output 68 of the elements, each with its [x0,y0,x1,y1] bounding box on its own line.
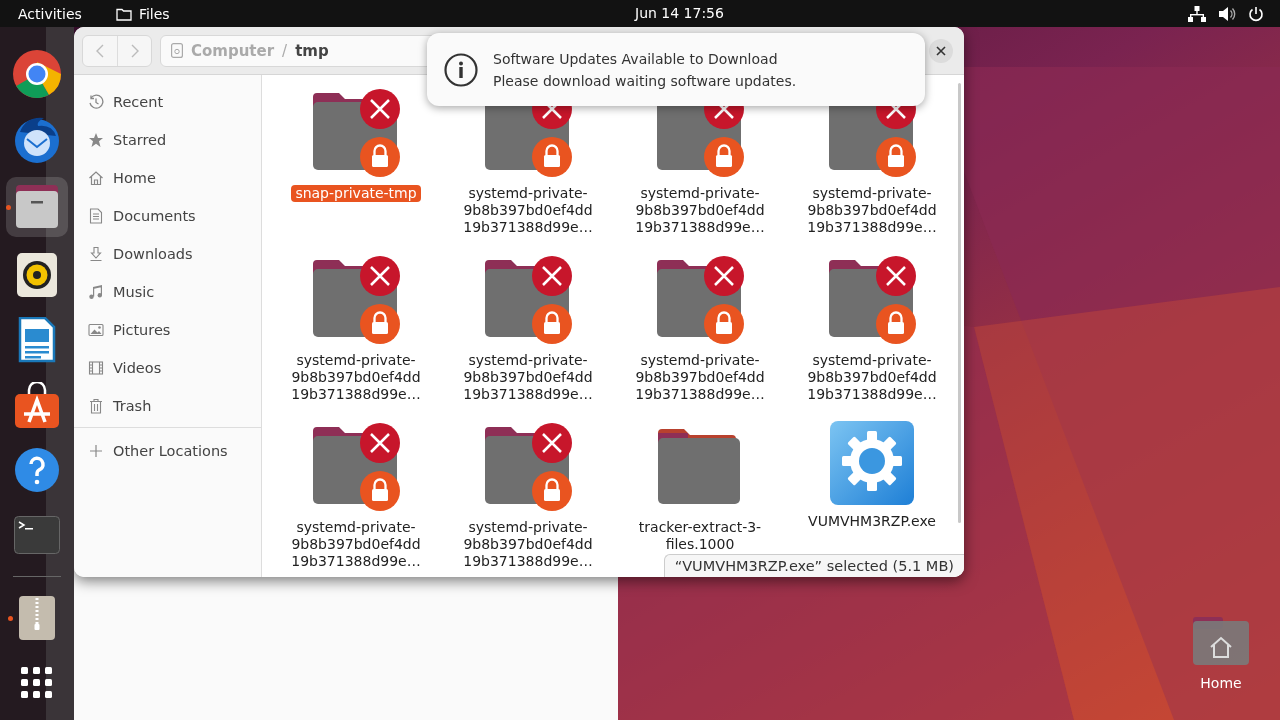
pictures-icon [88,322,104,338]
sidebar-item[interactable]: Home [74,159,261,197]
volume-icon[interactable] [1218,5,1236,22]
app-grid-icon[interactable] [21,667,53,699]
sidebar-item[interactable]: Trash [74,387,261,425]
music-icon [88,284,104,300]
file-name[interactable]: snap-private-tmp [291,185,421,202]
locked-folder-icon[interactable] [826,254,918,344]
file-name[interactable]: systemd-private- 9b8b397bd0ef4dd 19b371388d99e… [631,352,769,403]
drive-icon [171,43,183,58]
sidebar-item[interactable]: Recent [74,83,261,121]
shopping-bag-icon[interactable] [15,382,59,428]
sidebar-item[interactable]: Documents [74,197,261,235]
terminal-icon[interactable] [14,516,60,554]
file-name[interactable]: systemd-private- 9b8b397bd0ef4dd 19b371388d99e… [803,185,941,236]
notification-body: Please download waiting software updates. [493,72,797,89]
file-name[interactable]: systemd-private- 9b8b397bd0ef4dd 19b371388d99e… [287,352,425,403]
speaker-icon[interactable] [17,253,57,297]
status-overlay: “VUMVHM3RZP.exe” selected (5.1 MB) [663,554,964,577]
locked-folder-icon[interactable] [482,254,574,344]
locked-folder-icon[interactable] [310,421,402,511]
file-name[interactable]: systemd-private- 9b8b397bd0ef4dd 19b371388d99e… [803,352,941,403]
close-button[interactable] [929,38,953,63]
sidebar-item[interactable]: Videos [74,349,261,387]
file-name[interactable]: tracker-extract-3- files.1000 [634,519,766,553]
document-icon[interactable] [18,317,56,363]
path-crumb[interactable]: tmp [295,41,329,60]
sidebar-item[interactable]: Starred [74,121,261,159]
file-name[interactable]: systemd-private- 9b8b397bd0ef4dd 19b371388d99e… [287,519,425,570]
folder-icon [115,6,132,21]
trash-icon [88,398,104,414]
help-icon[interactable] [14,447,60,493]
home-folder-icon[interactable] [1192,617,1250,665]
app-menu[interactable]: Files [115,5,170,22]
videos-icon [88,360,104,376]
desktop-icon-label[interactable]: Home [1200,675,1242,691]
locked-folder-icon[interactable] [310,254,402,344]
locked-folder-icon[interactable] [310,87,402,177]
activities-button[interactable]: Activities [18,5,82,22]
file-name[interactable]: systemd-private- 9b8b397bd0ef4dd 19b371388d99e… [631,185,769,236]
locked-folder-icon[interactable] [482,421,574,511]
chevron-left-icon [96,43,104,58]
file-name[interactable]: systemd-private- 9b8b397bd0ef4dd 19b371388d99e… [459,352,597,403]
network-icon[interactable] [1188,5,1206,22]
sidebar-item[interactable]: Downloads [74,235,261,273]
file-name[interactable]: VUMVHM3RZP.exe [804,513,940,530]
clock[interactable]: Jun 14 17:56 [635,5,724,21]
downloads-icon [88,246,104,262]
gear-icon[interactable] [829,421,915,505]
file-name[interactable]: systemd-private- 9b8b397bd0ef4dd 19b371388d99e… [459,185,597,236]
close-icon [936,45,946,56]
path-separator: / [282,41,288,60]
sidebar-item[interactable]: Pictures [74,311,261,349]
notification[interactable]: Software Updates Available to Download Please download waiting software updates. [427,33,925,106]
sidebar-item[interactable]: Music [74,273,261,311]
recent-icon [88,94,104,110]
locked-folder-icon[interactable] [654,254,746,344]
sidebar-item[interactable]: Other Locations [74,432,261,470]
info-icon [444,52,478,87]
file-cabinet-icon[interactable] [14,185,60,229]
chevron-right-icon [130,43,139,58]
file-name[interactable]: systemd-private- 9b8b397bd0ef4dd 19b371388d99e… [459,519,597,570]
home-icon [88,170,104,186]
documents-icon [88,208,104,224]
power-icon[interactable] [1248,5,1264,22]
starred-icon [88,132,104,148]
chrome-icon[interactable] [12,49,62,99]
notification-title: Software Updates Available to Download [493,50,779,67]
